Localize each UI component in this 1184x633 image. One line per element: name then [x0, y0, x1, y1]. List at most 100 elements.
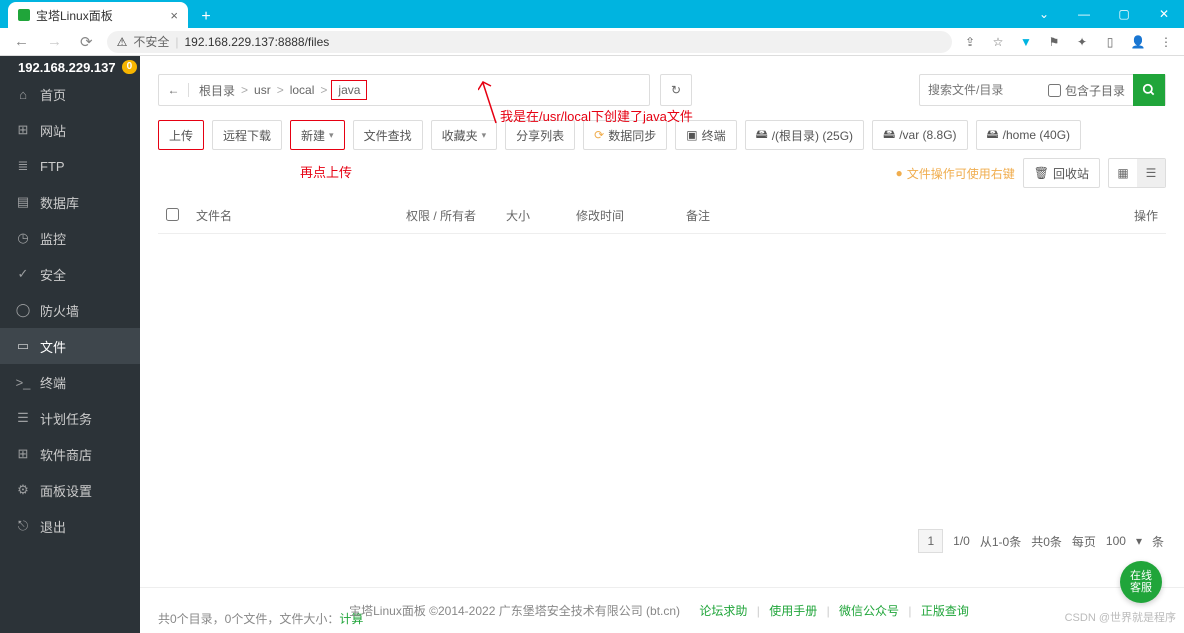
footer-link[interactable]: 使用手册 [769, 604, 817, 618]
main-content: ← 根目录>usr>local>java ↻ 包含子目录 [140, 56, 1184, 633]
sidebar-item-logout[interactable]: ⎋退出 [0, 508, 140, 544]
sidebar-item-label: 数据库 [40, 193, 79, 212]
search-input[interactable] [920, 83, 1040, 97]
breadcrumb-refresh-icon[interactable]: ↻ [660, 74, 692, 106]
disk-button[interactable]: 🖴/(根目录) (25G) [745, 120, 864, 150]
page-from-to: 从1-0条 [980, 533, 1021, 550]
annotation-text-1: 我是在/usr/local下创建了java文件 [500, 106, 693, 125]
list-view-icon[interactable]: ☰ [1137, 159, 1165, 187]
sidebar-item-files[interactable]: ▭ 文件 [0, 328, 140, 364]
nav-forward-icon: → [43, 33, 66, 50]
chevron-down-icon[interactable]: ▾ [1136, 534, 1142, 548]
sidebar-item-db[interactable]: ▤ 数据库 [0, 184, 140, 220]
extensions-icon[interactable]: ✦ [1074, 34, 1090, 50]
terminal-icon: >_ [16, 375, 30, 389]
sidebar-item-home[interactable]: ⌂首页 [0, 76, 140, 112]
footer-link[interactable]: 论坛求助 [699, 604, 747, 618]
page-current[interactable]: 1 [918, 529, 943, 553]
window-close-icon[interactable]: ✕ [1144, 0, 1184, 28]
sidebar-item-soft[interactable]: ⊞ 软件商店 [0, 436, 140, 472]
remote-download-button[interactable]: 远程下载 [212, 120, 282, 150]
breadcrumb-seg[interactable]: 根目录 [197, 82, 237, 99]
sidebar-item-security[interactable]: ✓ 安全 [0, 256, 140, 292]
disk-icon: 🖴 [987, 125, 999, 146]
page-range: 1/0 [953, 534, 970, 548]
nav-back-icon[interactable]: ← [10, 33, 33, 50]
recycle-bin-button[interactable]: 🗑回收站 [1023, 158, 1100, 188]
sidebar-item-label: 软件商店 [40, 445, 92, 464]
sidebar-item-label: 退出 [40, 517, 66, 536]
new-button[interactable]: 新建▾ [290, 120, 345, 150]
window-minimize-icon[interactable]: — [1064, 0, 1104, 28]
ext-flag-icon[interactable]: ⚑ [1046, 34, 1062, 50]
sidebar-item-label: 安全 [40, 265, 66, 284]
sidebar-item-ftp[interactable]: ≣FTP [0, 148, 140, 184]
disk-button[interactable]: 🖴/home (40G) [976, 120, 1081, 150]
upload-button[interactable]: 上传 [158, 120, 204, 150]
sidebar-ip: 192.168.229.137 [18, 60, 116, 75]
online-help-button[interactable]: 在线 客服 [1120, 561, 1162, 603]
sidebar-item-label: 监控 [40, 229, 66, 248]
new-tab-button[interactable]: + [194, 6, 218, 28]
tab-close-icon[interactable]: × [170, 8, 178, 23]
menu-icon[interactable]: ⋮ [1158, 34, 1174, 50]
file-search-button[interactable]: 文件查找 [353, 120, 423, 150]
disk-button[interactable]: 🖴/var (8.8G) [872, 120, 967, 150]
footer-link[interactable]: 微信公众号 [839, 604, 899, 618]
sidebar-header: 192.168.229.137 0 [0, 56, 140, 76]
sidebar-item-label: 防火墙 [40, 301, 79, 320]
search-button[interactable] [1133, 74, 1165, 106]
soft-icon: ⊞ [16, 447, 30, 461]
files-icon: ▭ [16, 339, 30, 353]
db-icon: ▤ [16, 195, 30, 209]
col-note[interactable]: 备注 [678, 207, 1116, 224]
grid-view-icon[interactable]: ▦ [1109, 159, 1137, 187]
per-page-value[interactable]: 100 [1106, 534, 1126, 548]
col-size[interactable]: 大小 [498, 207, 568, 224]
tip-text: ●文件操作可使用右键 [895, 165, 1014, 182]
disk-icon: 🖴 [756, 125, 768, 146]
tab-title: 宝塔Linux面板 [36, 7, 113, 24]
breadcrumb-back-icon[interactable]: ← [159, 83, 189, 97]
sidebar-item-label: 计划任务 [40, 409, 92, 428]
nav-reload-icon[interactable]: ⟳ [76, 33, 97, 51]
sidebar-item-monitor[interactable]: ◷监控 [0, 220, 140, 256]
include-subdir-input[interactable] [1048, 84, 1061, 97]
chevron-right-icon: > [241, 83, 248, 97]
sidebar-item-settings[interactable]: ⚙面板设置 [0, 472, 140, 508]
sidebar-item-cron[interactable]: ☰计划任务 [0, 400, 140, 436]
search-box: 包含子目录 [919, 74, 1166, 106]
col-perm[interactable]: 权限 / 所有者 [398, 207, 498, 224]
sidebar-badge: 0 [122, 60, 138, 74]
sidebar-item-site[interactable]: ⊞网站 [0, 112, 140, 148]
window-dropdown-icon[interactable]: ⌄ [1024, 0, 1064, 28]
window-maximize-icon[interactable]: ▢ [1104, 0, 1144, 28]
col-filename[interactable]: 文件名 [188, 207, 398, 224]
include-subdir-checkbox[interactable]: 包含子目录 [1040, 82, 1133, 99]
breadcrumb-seg[interactable]: usr [252, 83, 273, 97]
browser-tab[interactable]: 宝塔Linux面板 × [8, 2, 188, 28]
sidebar-item-terminal[interactable]: >_ 终端 [0, 364, 140, 400]
file-table-header: 文件名 权限 / 所有者 大小 修改时间 备注 操作 [158, 198, 1166, 234]
profile-icon[interactable]: 👤 [1130, 34, 1146, 50]
settings-icon: ⚙ [16, 483, 30, 497]
share-icon[interactable]: ⇪ [962, 34, 978, 50]
bookmark-icon[interactable]: ☆ [990, 34, 1006, 50]
col-mtime[interactable]: 修改时间 [568, 207, 678, 224]
footer-link[interactable]: 正版查询 [921, 604, 969, 618]
address-bar[interactable]: ⚠ 不安全 | 192.168.229.137:8888/files [107, 31, 952, 53]
sidebar-item-label: 终端 [40, 373, 66, 392]
ext-v-icon[interactable]: ▼ [1018, 34, 1034, 50]
breadcrumb-seg[interactable]: local [288, 83, 317, 97]
breadcrumb-seg[interactable]: java [331, 80, 367, 100]
breadcrumb-box: ← 根目录>usr>local>java [158, 74, 650, 106]
trash-icon: 🗑 [1034, 166, 1049, 180]
sidebar-item-label: 文件 [40, 337, 66, 356]
sidebar-item-firewall[interactable]: ◯防火墙 [0, 292, 140, 328]
favorites-button[interactable]: 收藏夹▾ [431, 120, 498, 150]
security-icon: ✓ [16, 267, 30, 281]
chevron-down-icon: ▾ [329, 130, 334, 141]
ftp-icon: ≣ [16, 159, 30, 173]
select-all-checkbox[interactable] [166, 208, 179, 221]
reading-list-icon[interactable]: ▯ [1102, 34, 1118, 50]
